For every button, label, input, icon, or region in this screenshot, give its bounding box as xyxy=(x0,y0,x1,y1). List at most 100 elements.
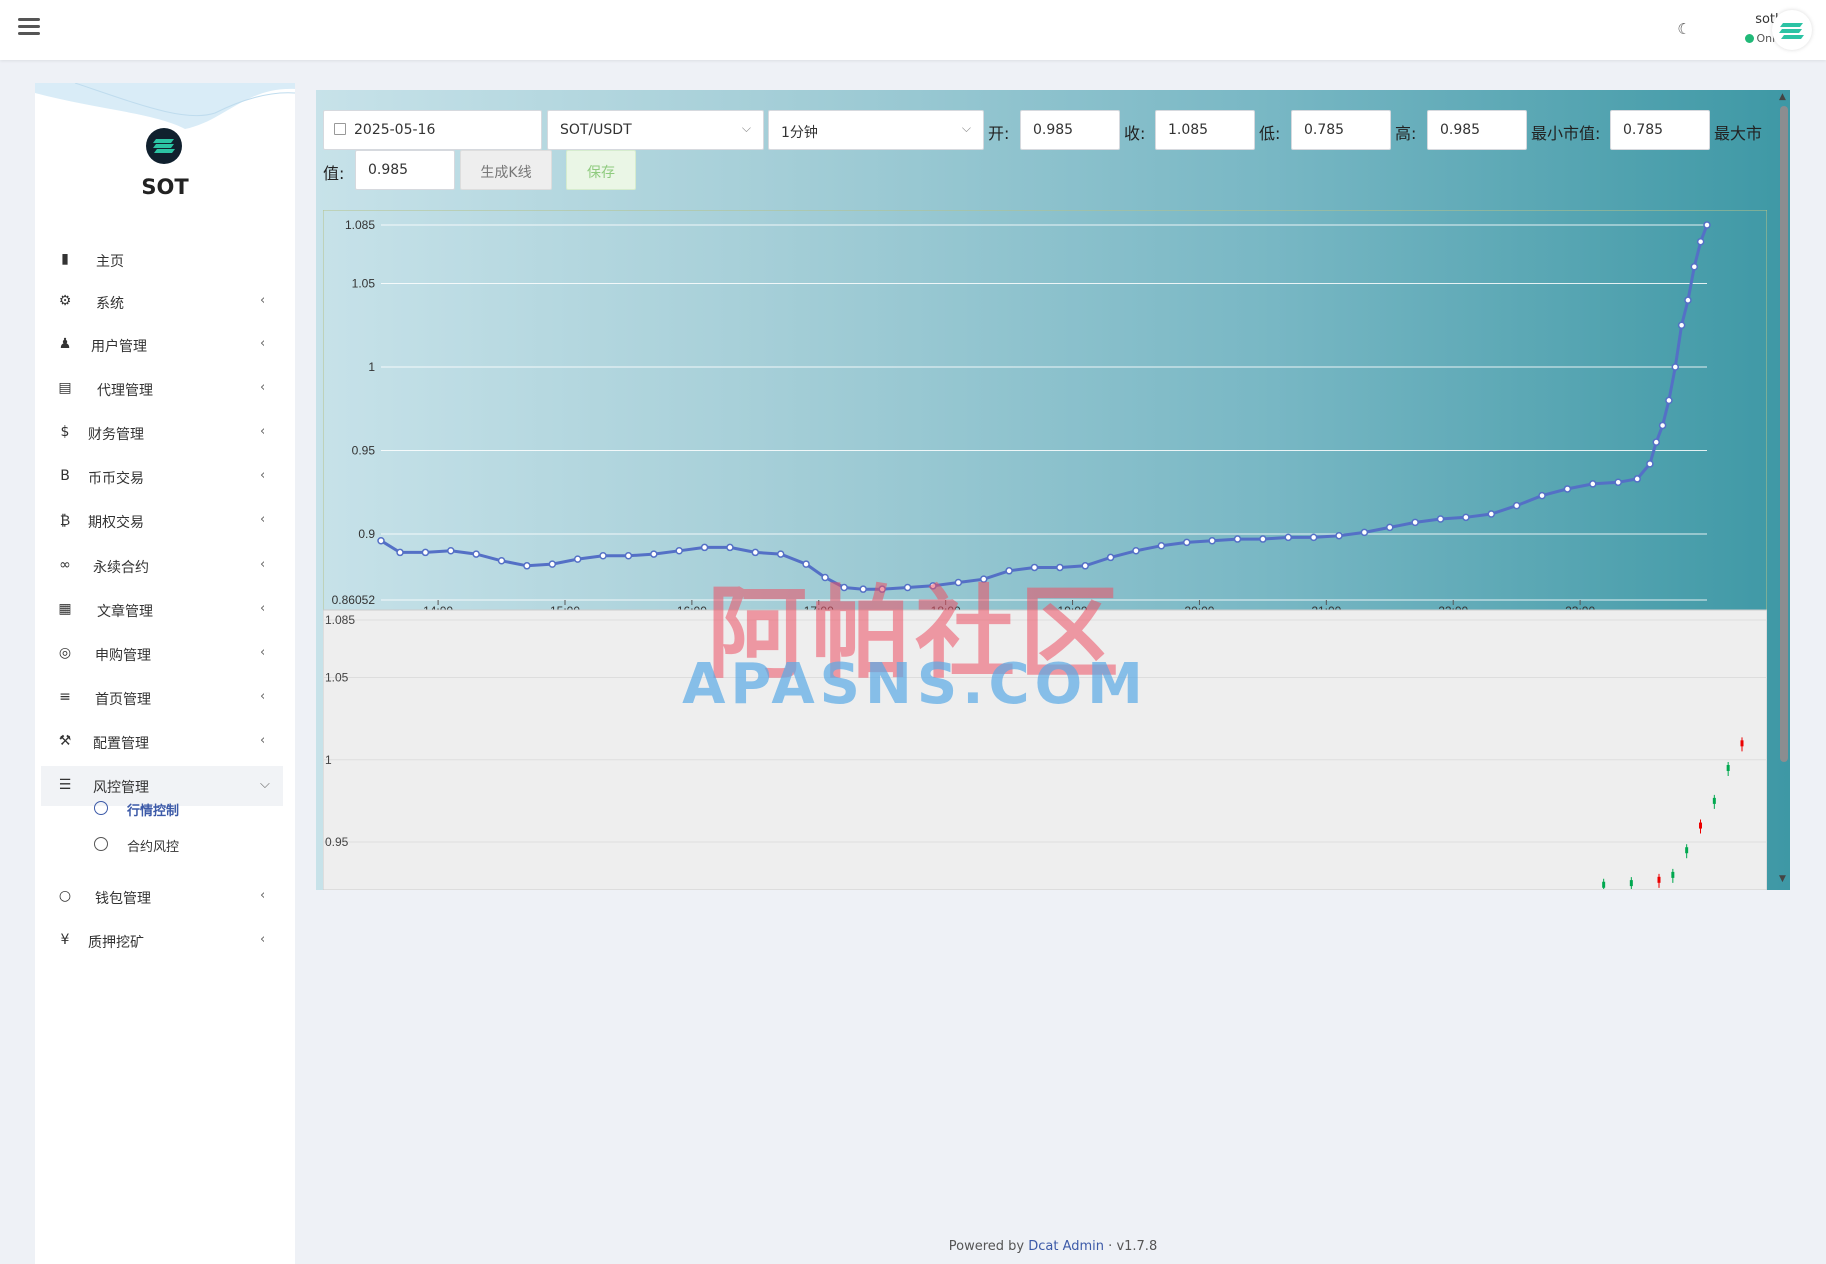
data-point xyxy=(979,575,988,583)
avatar[interactable] xyxy=(1772,10,1812,50)
chevron-left-icon: ‹ xyxy=(260,557,266,572)
max-cap-input[interactable]: 0.985 xyxy=(355,150,455,190)
save-button[interactable]: 保存 xyxy=(566,150,636,190)
sidebar-item-5[interactable]: B 币币交易 ‹ xyxy=(41,457,283,497)
min-cap-label: 最小市值: xyxy=(1531,124,1601,143)
dollar-icon: $ xyxy=(60,424,70,440)
data-point xyxy=(1386,523,1394,532)
data-point xyxy=(1614,478,1622,487)
pair-select[interactable]: SOT/USDT ⌵ xyxy=(547,110,764,150)
interval-select[interactable]: 1分钟 ⌵ xyxy=(768,110,984,150)
y-tick-label: 0.9 xyxy=(358,527,375,541)
high-input[interactable]: 0.985 xyxy=(1427,110,1527,150)
data-point xyxy=(1309,533,1318,542)
candle-body xyxy=(1671,871,1675,878)
sidebar-subitem-1[interactable]: 合约风控 xyxy=(41,828,283,862)
sidebar-item-10[interactable]: ≡ 首页管理 ‹ xyxy=(41,678,283,718)
candle-body xyxy=(1699,822,1702,829)
decorative-wave-icon xyxy=(35,83,295,129)
open-input[interactable]: 0.985 xyxy=(1020,110,1120,150)
chevron-left-icon: ‹ xyxy=(260,424,266,439)
dcat-admin-link[interactable]: Dcat Admin xyxy=(1028,1239,1104,1254)
interval-value: 1分钟 xyxy=(781,125,818,141)
data-point xyxy=(1462,513,1470,522)
sidebar-item-label: 配置管理 xyxy=(93,736,149,752)
data-point xyxy=(421,548,430,557)
data-point xyxy=(1411,518,1419,527)
circle-icon xyxy=(94,801,108,815)
sidebar-item-7[interactable]: ∞ 永续合约 ‹ xyxy=(41,546,283,586)
data-point xyxy=(1538,491,1546,500)
chevron-left-icon: ‹ xyxy=(260,888,266,903)
scrollbar-thumb[interactable] xyxy=(1780,106,1788,762)
data-point xyxy=(1690,263,1699,271)
sidebar-item-4[interactable]: $ 财务管理 ‹ xyxy=(41,413,283,453)
price-chart[interactable]: 1.0851.0510.950.90.8605214:0015:0016:001… xyxy=(323,210,1767,890)
candle-body xyxy=(1657,876,1661,883)
data-point xyxy=(377,536,385,545)
data-point xyxy=(1157,541,1166,550)
data-point xyxy=(624,552,633,560)
data-point xyxy=(859,585,867,593)
circle-icon xyxy=(94,837,108,851)
candle-body xyxy=(1712,797,1716,804)
data-point xyxy=(1512,501,1521,510)
sidebar-item-13[interactable]: ○ 钱包管理 ‹ xyxy=(41,877,283,917)
scrollbar[interactable]: ▲ ▼ xyxy=(1779,92,1789,888)
close-input[interactable]: 1.085 xyxy=(1155,110,1255,150)
sidebar-item-6[interactable]: ₿ 期权交易 ‹ xyxy=(41,501,283,541)
dark-mode-icon[interactable]: ☾ xyxy=(1674,20,1694,40)
sidebar-subitem-0[interactable]: 行情控制 xyxy=(41,792,283,826)
sidebar-item-0[interactable]: ▮ 主页 xyxy=(41,240,283,280)
sidebar-item-3[interactable]: ▤ 代理管理 ‹ xyxy=(41,369,283,409)
sidebar-item-label: 用户管理 xyxy=(91,339,147,355)
sidebar-item-9[interactable]: ◎ 申购管理 ‹ xyxy=(41,634,283,674)
data-point xyxy=(1436,515,1445,523)
data-point xyxy=(1183,538,1191,547)
data-point xyxy=(396,548,404,557)
max-cap-label: 最大市 xyxy=(1714,124,1763,143)
min-cap-input[interactable]: 0.785 xyxy=(1610,110,1710,150)
sidebar-item-11[interactable]: ⚒ 配置管理 ‹ xyxy=(41,722,283,762)
data-point xyxy=(1589,480,1597,488)
data-point xyxy=(751,548,760,557)
chevron-left-icon: ‹ xyxy=(260,733,266,748)
scroll-down-icon[interactable]: ▼ xyxy=(1779,874,1786,884)
sidebar-subitem-label: 行情控制 xyxy=(127,804,180,819)
data-point xyxy=(1208,536,1216,545)
data-point xyxy=(776,550,785,558)
chevron-left-icon: ‹ xyxy=(260,468,266,483)
top-navbar: ☾ sotbit Online xyxy=(0,0,1826,60)
data-point xyxy=(675,547,683,555)
sidebar-item-label: 首页管理 xyxy=(95,692,151,708)
candle-body xyxy=(1726,765,1730,771)
brand-name: SOT xyxy=(141,175,189,199)
data-point xyxy=(447,547,455,555)
sidebar-item-label: 申购管理 xyxy=(95,648,151,664)
date-input[interactable]: 2025-05-16 xyxy=(323,110,542,150)
data-point xyxy=(1487,510,1496,518)
brand-logo xyxy=(146,128,182,164)
data-point xyxy=(1056,563,1064,572)
sidebar-item-8[interactable]: ▦ 文章管理 ‹ xyxy=(41,590,283,630)
data-point xyxy=(1233,535,1242,543)
data-point xyxy=(1335,531,1343,540)
sidebar-item-label: 代理管理 xyxy=(97,383,153,399)
generate-kline-button[interactable]: 生成K线 xyxy=(460,150,552,190)
data-point xyxy=(1106,553,1115,562)
sidebar-item-14[interactable]: ¥ 质押挖矿 ‹ xyxy=(41,921,283,961)
link-icon: ∞ xyxy=(59,557,71,573)
sidebar-item-2[interactable]: ♟ 用户管理 ‹ xyxy=(41,325,283,365)
gear-icon: ⚙ xyxy=(58,293,72,309)
scroll-up-icon[interactable]: ▲ xyxy=(1779,92,1786,102)
users-icon: ♟ xyxy=(58,336,72,352)
sidebar-item-1[interactable]: ⚙ 系统 ‹ xyxy=(41,282,283,322)
y-tick-label: 1.085 xyxy=(345,218,375,232)
footer: Powered by Dcat Admin · v1.7.8 xyxy=(948,1239,1158,1254)
low-input[interactable]: 0.785 xyxy=(1291,110,1391,150)
data-point xyxy=(1696,237,1705,246)
pair-value: SOT/USDT xyxy=(560,122,632,138)
chevron-left-icon: ‹ xyxy=(260,645,266,660)
data-point xyxy=(1081,562,1089,570)
menu-toggle-icon[interactable] xyxy=(18,18,40,36)
